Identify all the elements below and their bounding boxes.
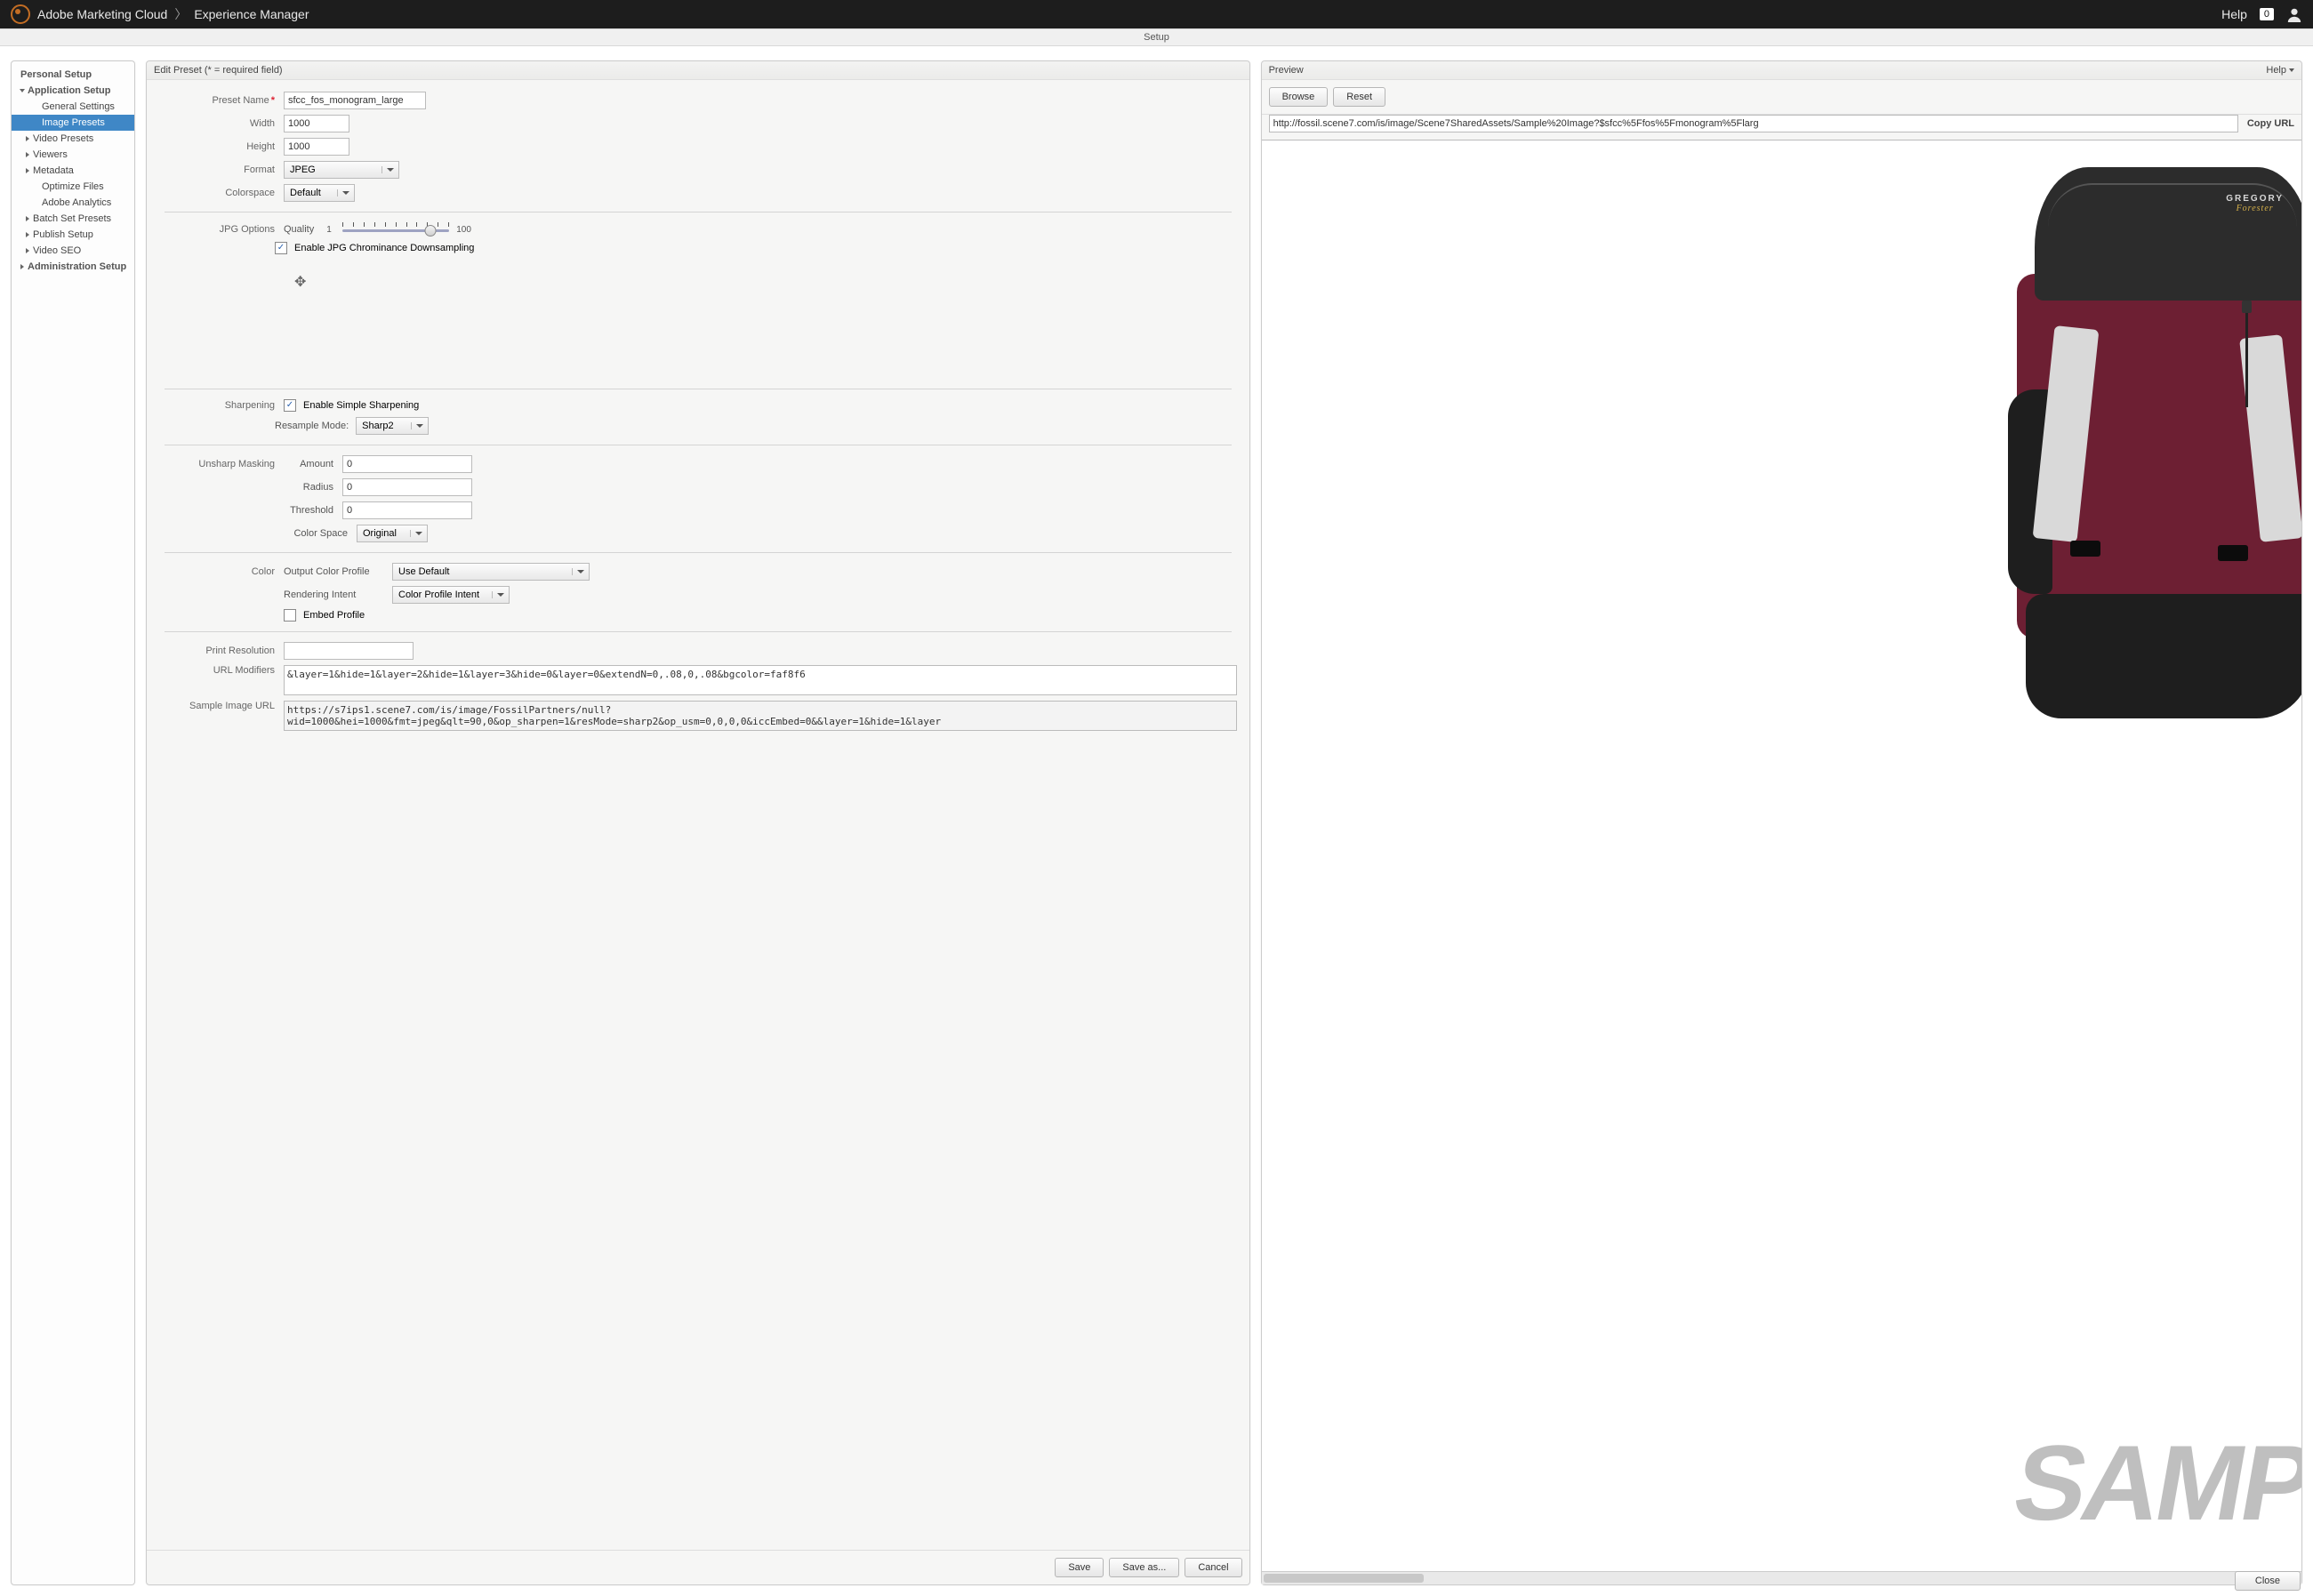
- quality-min-label: 1: [326, 225, 335, 235]
- simple-sharpening-checkbox[interactable]: [284, 399, 296, 412]
- save-as-button[interactable]: Save as...: [1109, 1558, 1179, 1577]
- sidebar-item-batch[interactable]: Batch Set Presets: [12, 211, 134, 227]
- amount-input[interactable]: [342, 455, 472, 473]
- save-button[interactable]: Save: [1055, 1558, 1104, 1577]
- sidebar-item-app-setup[interactable]: Application Setup: [12, 83, 134, 99]
- user-icon[interactable]: [2286, 6, 2302, 22]
- chevron-down-icon: [337, 189, 354, 196]
- chrominance-checkbox[interactable]: [275, 242, 287, 254]
- caret-right-icon: [26, 168, 29, 173]
- resample-select[interactable]: Sharp2: [356, 417, 429, 435]
- sidebar-item-publish[interactable]: Publish Setup: [12, 227, 134, 243]
- caret-right-icon: [26, 216, 29, 221]
- simple-sharpening-label: Enable Simple Sharpening: [303, 400, 419, 411]
- width-input[interactable]: [284, 115, 349, 132]
- caret-right-icon: [20, 264, 24, 269]
- caret-right-icon: [26, 232, 29, 237]
- print-resolution-input[interactable]: [284, 642, 414, 660]
- sidebar-item-general[interactable]: General Settings: [12, 99, 134, 115]
- sidebar-item-optimize[interactable]: Optimize Files: [12, 179, 134, 195]
- move-icon[interactable]: ✥: [294, 273, 1237, 291]
- sidebar-item-video-seo[interactable]: Video SEO: [12, 243, 134, 259]
- section-subheader: Setup: [0, 28, 2313, 46]
- output-color-profile-select[interactable]: Use Default: [392, 563, 590, 581]
- sidebar-item-viewers[interactable]: Viewers: [12, 147, 134, 163]
- sidebar-item-analytics[interactable]: Adobe Analytics: [12, 195, 134, 211]
- threshold-input[interactable]: [342, 501, 472, 519]
- browse-button[interactable]: Browse: [1269, 87, 1329, 107]
- caret-right-icon: [26, 248, 29, 253]
- chevron-down-icon: [2289, 68, 2294, 72]
- sample-watermark: SAMP: [2005, 1422, 2301, 1544]
- edit-preset-panel: Edit Preset (* = required field) Preset …: [146, 60, 1250, 1585]
- colorspace-select[interactable]: Default: [284, 184, 355, 202]
- adobe-logo-icon: [11, 4, 30, 24]
- embed-profile-checkbox[interactable]: [284, 609, 296, 622]
- reset-button[interactable]: Reset: [1333, 87, 1385, 107]
- embed-profile-label: Embed Profile: [303, 610, 365, 621]
- sidebar-item-image-presets[interactable]: Image Presets: [12, 115, 134, 131]
- preview-image: GREGORYForester SAMP: [1262, 140, 2301, 1571]
- chevron-down-icon: [381, 166, 398, 173]
- panel-title: Edit Preset (* = required field): [154, 65, 283, 76]
- caret-right-icon: [26, 136, 29, 141]
- notification-count[interactable]: 0: [2260, 8, 2274, 20]
- chevron-down-icon: [492, 591, 509, 598]
- horizontal-scrollbar[interactable]: [1262, 1571, 2301, 1584]
- sidebar-item-video-presets[interactable]: Video Presets: [12, 131, 134, 147]
- preview-url-input[interactable]: [1269, 115, 2238, 132]
- radius-input[interactable]: [342, 478, 472, 496]
- sidebar-item-metadata[interactable]: Metadata: [12, 163, 134, 179]
- preset-name-input[interactable]: [284, 92, 426, 109]
- product-name: Experience Manager: [194, 7, 309, 21]
- quality-slider[interactable]: [342, 222, 449, 237]
- brand-name: Adobe Marketing Cloud: [37, 7, 167, 21]
- close-button[interactable]: Close: [2235, 1571, 2301, 1591]
- cancel-button[interactable]: Cancel: [1185, 1558, 1241, 1577]
- caret-right-icon: [26, 152, 29, 157]
- rendering-intent-select[interactable]: Color Profile Intent: [392, 586, 510, 604]
- quality-max-label: 100: [456, 225, 471, 235]
- app-titlebar: Adobe Marketing Cloud 〉 Experience Manag…: [0, 0, 2313, 28]
- chevron-down-icon: [410, 530, 427, 537]
- sidebar-item-personal[interactable]: Personal Setup: [12, 67, 134, 83]
- height-input[interactable]: [284, 138, 349, 156]
- chevron-down-icon: [411, 422, 428, 429]
- setup-sidebar: Personal Setup Application Setup General…: [11, 60, 135, 1585]
- sidebar-item-admin[interactable]: Administration Setup: [12, 259, 134, 275]
- format-select[interactable]: JPEG: [284, 161, 399, 179]
- copy-url-button[interactable]: Copy URL: [2247, 118, 2294, 129]
- chevron-down-icon: [572, 568, 589, 575]
- preview-panel: Preview Help Browse Reset Copy URL GREGO…: [1261, 60, 2302, 1585]
- sample-url-textarea[interactable]: [284, 701, 1237, 731]
- url-modifiers-textarea[interactable]: [284, 665, 1237, 695]
- chrominance-label: Enable JPG Chrominance Downsampling: [294, 243, 474, 253]
- color-space-select[interactable]: Original: [357, 525, 428, 542]
- chevron-right-icon: 〉: [174, 5, 187, 23]
- help-link[interactable]: Help: [2221, 7, 2247, 21]
- preview-help-dropdown[interactable]: Help: [2266, 65, 2294, 76]
- caret-down-icon: [20, 89, 25, 92]
- preview-title: Preview: [1269, 65, 1304, 76]
